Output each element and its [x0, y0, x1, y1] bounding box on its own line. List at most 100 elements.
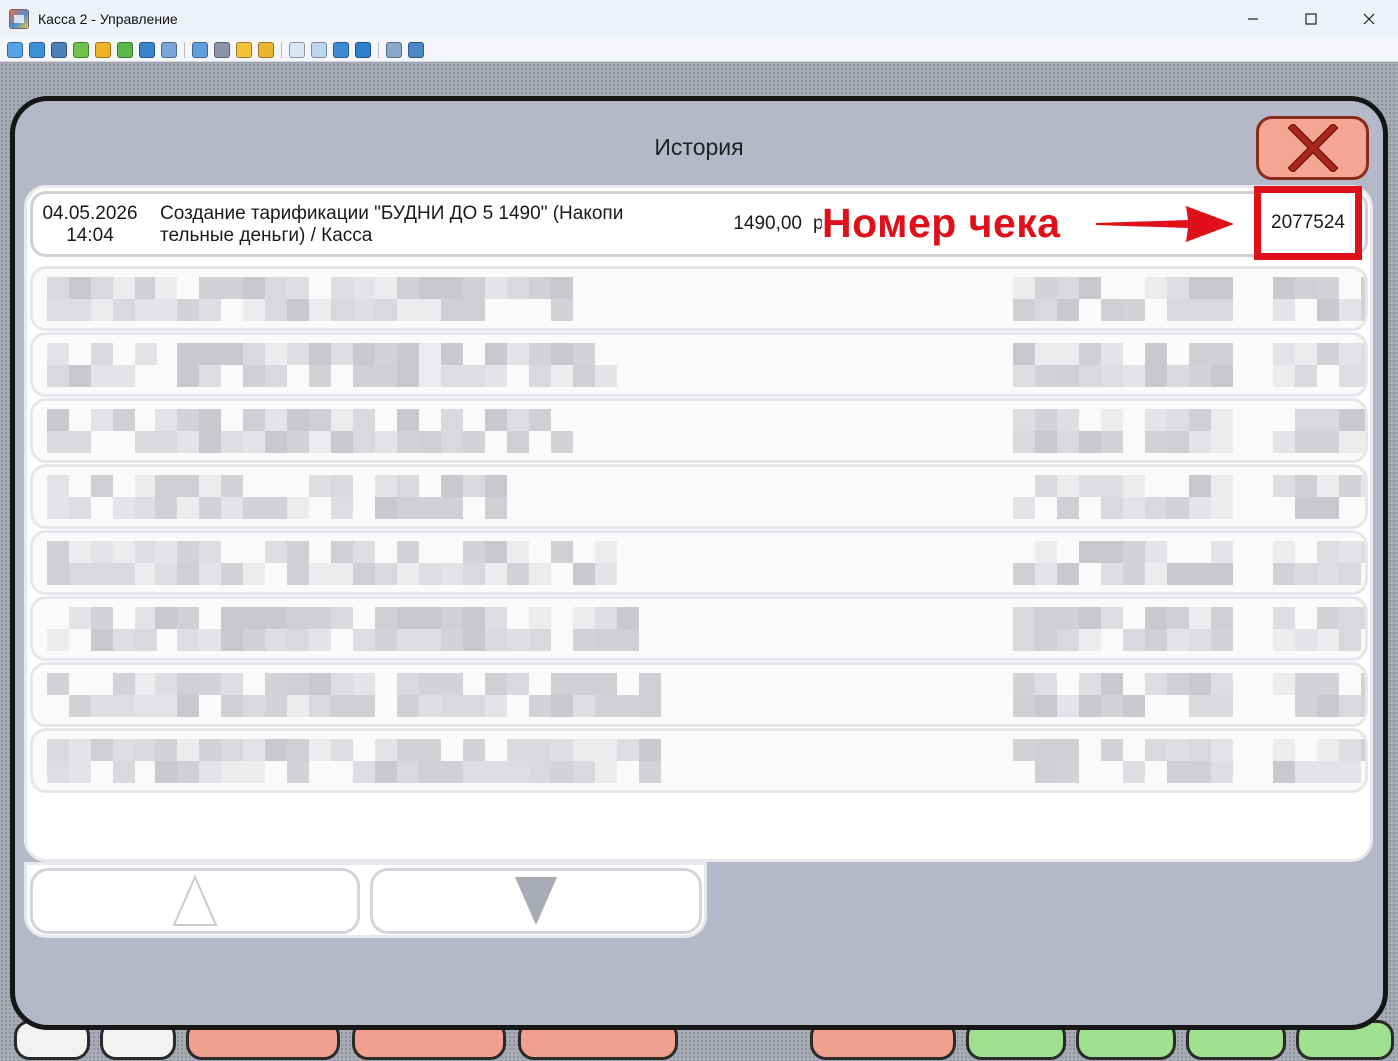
- redacted-pixel-block: [1013, 431, 1035, 453]
- redacted-pixel-block: [91, 541, 113, 563]
- copy-icon[interactable]: [386, 41, 402, 58]
- window-controls: [1224, 0, 1398, 38]
- redacted-pixel-block: [243, 607, 265, 629]
- phone-icon[interactable]: [139, 41, 155, 58]
- redacted-pixel-block: [485, 475, 507, 497]
- redacted-pixel-block: [1273, 739, 1295, 761]
- redacted-pixel-block: [1211, 277, 1233, 299]
- redacted-pixel-block: [91, 607, 113, 629]
- redacted-pixel-block: [375, 475, 397, 497]
- redacted-pixel-block: [113, 541, 135, 563]
- redacted-pixel-block: [595, 761, 617, 783]
- redacted-pixel-block: [573, 563, 595, 585]
- redacted-pixel-block: [1295, 673, 1317, 695]
- redacted-pixel-block: [1189, 739, 1211, 761]
- redacted-pixel-block: [1295, 431, 1317, 453]
- redacted-pixel-block: [485, 695, 507, 717]
- redacted-pixel-block: [177, 343, 199, 365]
- redacted-pixel-block: [397, 277, 419, 299]
- redacted-pixel-block: [485, 563, 507, 585]
- history-row-blurred[interactable]: [30, 464, 1368, 529]
- zoom-icon[interactable]: [355, 41, 371, 58]
- redacted-pixel-block: [573, 365, 595, 387]
- redacted-pixel-block: [1189, 629, 1211, 651]
- history-row-blurred[interactable]: [30, 332, 1368, 397]
- tools-icon[interactable]: [408, 41, 424, 58]
- history-row-blurred[interactable]: [30, 266, 1368, 331]
- redacted-pixel-block: [1079, 365, 1101, 387]
- redacted-pixel-block: [375, 277, 397, 299]
- redacted-pixel-block: [1189, 673, 1211, 695]
- history-row-blurred[interactable]: [30, 398, 1368, 463]
- redacted-pixel-block: [1167, 431, 1189, 453]
- redacted-pixel-block: [485, 277, 507, 299]
- lock-icon[interactable]: [236, 41, 252, 58]
- redacted-pixel-block: [573, 629, 595, 651]
- scroll-up-button[interactable]: [30, 868, 360, 934]
- fullscreen-icon[interactable]: [333, 41, 349, 58]
- redacted-pixel-block: [113, 739, 135, 761]
- network-icon[interactable]: [214, 41, 230, 58]
- redacted-pixel-block: [1035, 761, 1057, 783]
- redacted-pixel-block: [309, 299, 331, 321]
- screen-icon[interactable]: [29, 41, 45, 58]
- redacted-pixel-block: [1145, 739, 1167, 761]
- fit-icon[interactable]: [311, 41, 327, 58]
- redacted-pixel-block: [287, 343, 309, 365]
- redacted-pixel-block: [1361, 409, 1365, 431]
- redacted-pixel-block: [135, 299, 157, 321]
- redacted-pixel-block: [1145, 629, 1167, 651]
- redacted-pixel-block: [595, 673, 617, 695]
- redacted-pixel-block: [1035, 277, 1057, 299]
- redacted-pixel-block: [177, 629, 199, 651]
- redacted-pixel-block: [353, 541, 375, 563]
- redacted-pixel-block: [265, 277, 287, 299]
- redacted-pixel-block: [353, 563, 375, 585]
- window-icon[interactable]: [289, 41, 305, 58]
- redacted-pixel-block: [1273, 365, 1295, 387]
- redacted-pixel-block: [1079, 695, 1101, 717]
- redacted-pixel-block: [1145, 365, 1167, 387]
- redacted-pixel-block: [265, 365, 287, 387]
- upload-icon[interactable]: [192, 41, 208, 58]
- minimize-button[interactable]: [1224, 0, 1282, 38]
- redacted-pixel-block: [419, 673, 441, 695]
- close-window-button[interactable]: [1340, 0, 1398, 38]
- history-row-blurred[interactable]: [30, 596, 1368, 661]
- message-icon[interactable]: [161, 41, 177, 58]
- history-row-blurred[interactable]: [30, 728, 1368, 793]
- redacted-pixel-block: [1189, 299, 1211, 321]
- sync-icon[interactable]: [73, 41, 89, 58]
- close-dialog-button[interactable]: [1256, 116, 1369, 180]
- redacted-pixel-block: [287, 607, 309, 629]
- history-row-blurred[interactable]: [30, 530, 1368, 595]
- history-row-blurred[interactable]: [30, 662, 1368, 727]
- console-icon[interactable]: [51, 41, 67, 58]
- redacted-pixel-block: [1273, 277, 1295, 299]
- redacted-pixel-block: [309, 739, 331, 761]
- redacted-pixel-block: [639, 761, 661, 783]
- redacted-pixel-block: [331, 277, 353, 299]
- lock2-icon[interactable]: [258, 41, 274, 58]
- redacted-pixel-block: [113, 629, 135, 651]
- redacted-pixel-block: [1339, 409, 1361, 431]
- redacted-pixel-block: [1211, 629, 1233, 651]
- redacted-pixel-block: [507, 277, 529, 299]
- redacted-pixel-block: [1361, 739, 1365, 761]
- redacted-pixel-block: [1013, 629, 1035, 651]
- scroll-down-button[interactable]: [370, 868, 702, 934]
- redacted-pixel-block: [199, 739, 221, 761]
- redacted-pixel-block: [397, 431, 419, 453]
- maximize-button[interactable]: [1282, 0, 1340, 38]
- redacted-pixel-block: [1295, 409, 1317, 431]
- redacted-pixel-block: [1361, 365, 1365, 387]
- chat-icon[interactable]: [117, 41, 133, 58]
- redacted-pixel-block: [463, 739, 485, 761]
- monitor-icon[interactable]: [7, 41, 23, 58]
- redacted-pixel-block: [595, 629, 617, 651]
- row-date-time: 14:04: [66, 225, 114, 246]
- clock-icon[interactable]: [95, 41, 111, 58]
- redacted-pixel-block: [1057, 431, 1079, 453]
- redacted-pixel-block: [507, 673, 529, 695]
- redacted-pixel-block: [573, 343, 595, 365]
